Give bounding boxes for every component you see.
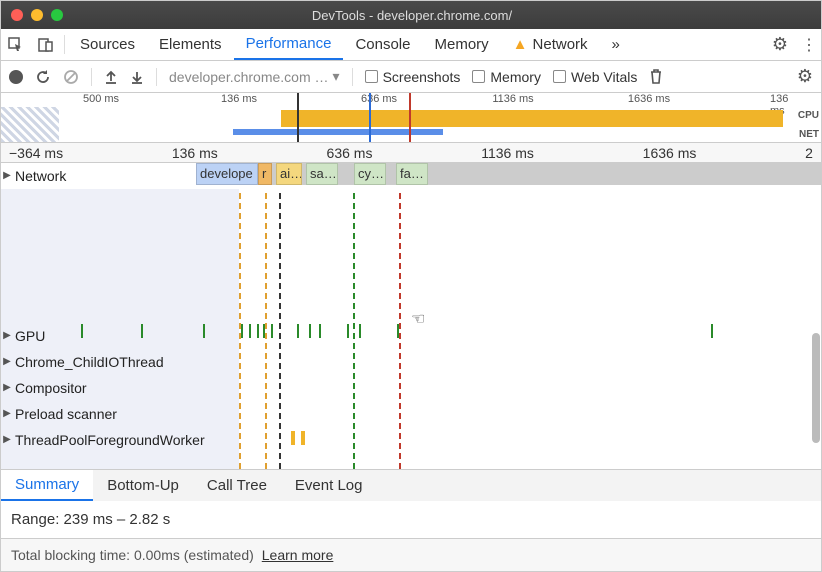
network-request-block[interactable]: r <box>258 163 272 185</box>
maximize-window-button[interactable] <box>51 9 63 21</box>
devtools-tabs: Sources Elements Performance Console Mem… <box>1 29 821 61</box>
tab-console[interactable]: Console <box>343 29 422 60</box>
traffic-lights <box>11 9 63 21</box>
inspect-element-icon[interactable] <box>1 29 31 60</box>
overview-ticks: 500 ms 136 ms 636 ms 1136 ms 1636 ms 136… <box>1 93 821 107</box>
warning-icon: ▲ <box>513 36 528 53</box>
overview-marker <box>297 93 299 142</box>
thread-label: GPU <box>13 328 45 344</box>
vertical-scrollbar[interactable] <box>812 333 820 443</box>
thread-row[interactable]: ▶Compositor <box>1 375 821 401</box>
thread-row[interactable]: ▶Preload scanner <box>1 401 821 427</box>
tab-performance[interactable]: Performance <box>234 29 344 60</box>
details-tabs: Summary Bottom-Up Call Tree Event Log <box>1 469 821 501</box>
tab-network[interactable]: ▲Network <box>501 29 600 60</box>
chevron-down-icon: ▾ <box>333 68 340 85</box>
network-request-block[interactable]: cy… <box>354 163 386 185</box>
disclosure-triangle-icon[interactable]: ▶ <box>1 356 13 367</box>
footer-bar: Total blocking time: 0.00ms (estimated) … <box>1 538 821 571</box>
minimize-window-button[interactable] <box>31 9 43 21</box>
close-window-button[interactable] <box>11 9 23 21</box>
window-titlebar: DevTools - developer.chrome.com/ <box>1 1 821 29</box>
screenshots-checkbox[interactable]: Screenshots <box>365 69 461 85</box>
window-title: DevTools - developer.chrome.com/ <box>63 8 761 23</box>
total-blocking-time: Total blocking time: 0.00ms (estimated) <box>11 547 254 563</box>
summary-range: Range: 239 ms – 2.82 s <box>11 511 811 528</box>
performance-toolbar: developer.chrome.com …▾ Screenshots Memo… <box>1 61 821 93</box>
kebab-menu-icon[interactable]: ⋮ <box>797 29 821 60</box>
timeline-overview[interactable]: 500 ms 136 ms 636 ms 1136 ms 1636 ms 136… <box>1 93 821 143</box>
memory-checkbox[interactable]: Memory <box>472 69 541 85</box>
tab-memory[interactable]: Memory <box>422 29 500 60</box>
overview-hatched-region <box>1 107 59 142</box>
network-request-block[interactable]: develope <box>196 163 258 185</box>
network-request-block[interactable]: sa… <box>306 163 338 185</box>
overview-marker <box>409 93 411 142</box>
record-button[interactable] <box>9 70 23 84</box>
upload-icon[interactable] <box>104 70 118 84</box>
task-block <box>291 431 295 445</box>
overview-cpu-band <box>281 110 783 127</box>
summary-panel: Range: 239 ms – 2.82 s <box>1 501 821 538</box>
more-tabs-button[interactable]: » <box>600 29 632 60</box>
network-request-block[interactable]: fa… <box>396 163 428 185</box>
disclosure-triangle-icon[interactable]: ▶ <box>1 382 13 393</box>
task-block <box>301 431 305 445</box>
thread-label: Preload scanner <box>13 406 117 422</box>
device-toolbar-icon[interactable] <box>31 29 61 60</box>
learn-more-link[interactable]: Learn more <box>262 547 334 563</box>
recording-selector[interactable]: developer.chrome.com …▾ <box>169 68 340 85</box>
thread-label: Chrome_ChildIOThread <box>13 354 164 370</box>
settings-icon[interactable]: ⚙ <box>763 29 797 60</box>
overview-net-band <box>233 129 443 135</box>
overview-net-label: NET <box>799 129 819 140</box>
webvitals-checkbox[interactable]: Web Vitals <box>553 69 637 85</box>
trash-icon[interactable] <box>649 69 663 84</box>
tab-event-log[interactable]: Event Log <box>281 470 377 501</box>
overview-marker <box>369 93 371 142</box>
overview-cpu-label: CPU <box>798 110 819 121</box>
network-track-label: Network <box>13 168 66 184</box>
pointer-cursor-icon: ☜ <box>411 309 425 329</box>
timeline-ruler[interactable]: −364 ms 136 ms 636 ms 1136 ms 1636 ms 2 <box>1 143 821 163</box>
tab-sources[interactable]: Sources <box>68 29 147 60</box>
reload-button[interactable] <box>35 69 51 85</box>
network-track: developerai…sa… cy… fa… <box>196 163 821 185</box>
disclosure-triangle-icon[interactable]: ▶ <box>1 170 13 181</box>
thread-rows: ▶GPU▶Chrome_ChildIOThread▶Compositor▶Pre… <box>1 323 821 453</box>
thread-label: ThreadPoolForegroundWorker <box>13 432 205 448</box>
tab-summary[interactable]: Summary <box>1 470 93 501</box>
panel-settings-icon[interactable]: ⚙ <box>797 66 813 87</box>
flame-chart[interactable]: ▶ Network developerai…sa…cy…fa… ▶GPU▶Chr… <box>1 163 821 469</box>
disclosure-triangle-icon[interactable]: ▶ <box>1 408 13 419</box>
disclosure-triangle-icon[interactable]: ▶ <box>1 434 13 445</box>
thread-label: Compositor <box>13 380 87 396</box>
download-icon[interactable] <box>130 70 144 84</box>
clear-button[interactable] <box>63 69 79 85</box>
disclosure-triangle-icon[interactable]: ▶ <box>1 330 13 341</box>
network-request-block[interactable]: ai… <box>276 163 302 185</box>
thread-row[interactable]: ▶Chrome_ChildIOThread <box>1 349 821 375</box>
thread-row[interactable]: ▶ThreadPoolForegroundWorker <box>1 427 821 453</box>
tab-call-tree[interactable]: Call Tree <box>193 470 281 501</box>
tab-elements[interactable]: Elements <box>147 29 234 60</box>
tab-bottom-up[interactable]: Bottom-Up <box>93 470 193 501</box>
